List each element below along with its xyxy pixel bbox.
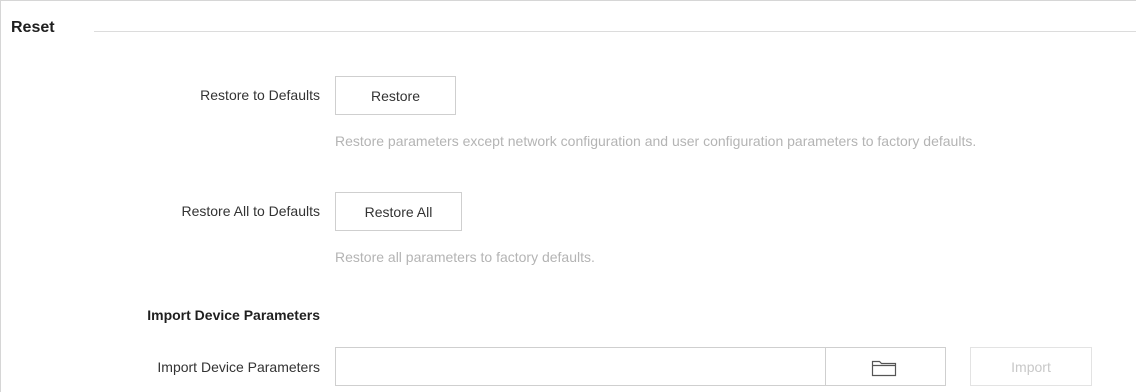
import-file-path-input[interactable] <box>335 347 826 386</box>
restore-all-button[interactable]: Restore All <box>335 192 462 231</box>
import-button[interactable]: Import <box>970 347 1092 386</box>
import-parameters-label: Import Device Parameters <box>157 359 320 375</box>
folder-icon <box>871 360 897 377</box>
restore-hint: Restore parameters except network config… <box>335 133 977 149</box>
section-title: Reset <box>11 19 55 36</box>
import-section-heading: Import Device Parameters <box>147 307 320 323</box>
restore-all-hint: Restore all parameters to factory defaul… <box>335 249 595 265</box>
restore-defaults-label: Restore to Defaults <box>200 87 320 103</box>
browse-file-button[interactable] <box>825 347 946 386</box>
reset-panel: Reset Restore to Defaults Restore Restor… <box>0 0 1136 392</box>
restore-all-defaults-label: Restore All to Defaults <box>181 203 320 219</box>
section-divider <box>94 31 1136 32</box>
restore-button[interactable]: Restore <box>335 76 456 115</box>
